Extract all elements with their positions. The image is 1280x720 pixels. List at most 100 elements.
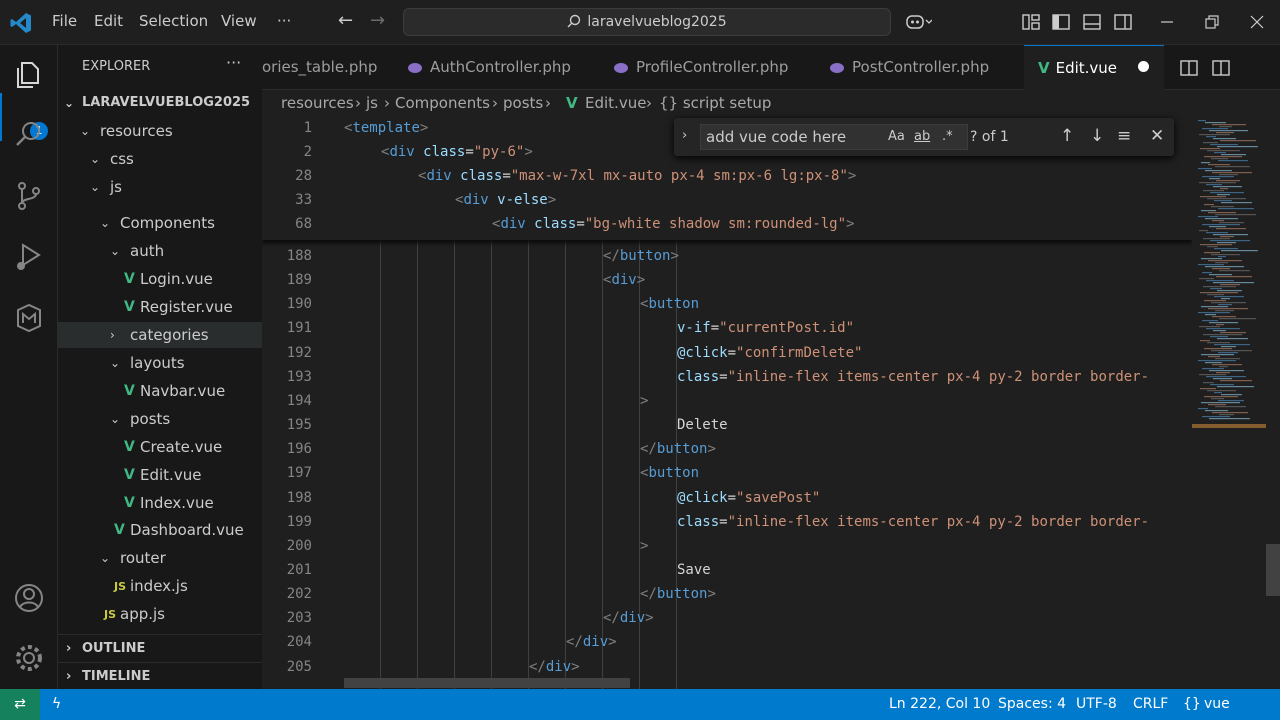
account-icon[interactable]	[13, 582, 45, 614]
minimap-line	[1211, 254, 1240, 256]
scrollbar-thumb[interactable]	[1266, 544, 1280, 596]
command-center-search[interactable]: laravelvueblog2025	[403, 8, 891, 36]
tree-item-create-vue[interactable]: V Create.vue	[58, 434, 262, 460]
indentation-spaces[interactable]: Spaces: 4	[998, 689, 1066, 720]
activity-bar: 1	[0, 45, 58, 689]
tree-item-app-js[interactable]: JS app.js	[58, 601, 262, 627]
toggle-secondary-sidebar-icon[interactable]	[1114, 13, 1132, 31]
minimap-line	[1204, 348, 1232, 350]
tree-item-index-vue[interactable]: V Index.vue	[58, 490, 262, 516]
menu-file[interactable]: File	[52, 12, 77, 30]
menu-more[interactable]: ···	[277, 12, 291, 30]
vertical-scrollbar[interactable]	[1266, 116, 1280, 689]
tree-item-dashboard-vue[interactable]: V Dashboard.vue	[58, 517, 262, 543]
previous-match-icon[interactable]: ↑	[1060, 126, 1074, 146]
breadcrumb-resources[interactable]: resources	[281, 90, 354, 116]
tab-auth-controller[interactable]: AuthController.php	[408, 45, 598, 90]
minimap[interactable]	[1192, 116, 1266, 689]
tree-item-layouts[interactable]: ⌄ layouts	[58, 350, 262, 376]
tree-item-posts[interactable]: ⌄ posts	[58, 406, 262, 432]
tree-item-label: Navbar.vue	[140, 382, 226, 400]
line-number: 33	[295, 192, 312, 208]
language-mode[interactable]: vue	[1204, 689, 1230, 720]
breadcrumb-js[interactable]: js	[366, 90, 378, 116]
copilot-icon[interactable]	[906, 13, 932, 31]
breadcrumb-edit-vue[interactable]: Edit.vue	[585, 90, 646, 116]
breadcrumb-script-setup[interactable]: {} script setup	[659, 90, 771, 116]
close-window-icon[interactable]	[1248, 13, 1266, 31]
explorer-more-icon[interactable]: ···	[226, 53, 241, 72]
settings-gear-icon[interactable]	[13, 642, 45, 674]
menu-selection[interactable]: Selection	[139, 12, 208, 30]
split-editor-icon[interactable]	[1180, 59, 1198, 77]
tree-item-css[interactable]: ⌄ css	[58, 146, 262, 172]
workspace-root[interactable]: ⌄ LARAVELVUEBLOG2025	[58, 90, 262, 116]
horizontal-scrollbar[interactable]	[344, 678, 630, 688]
layout-customize-icon[interactable]	[1022, 13, 1040, 31]
match-case-icon[interactable]: Aa	[888, 129, 905, 144]
minimize-icon[interactable]	[1158, 13, 1176, 31]
minimap-line	[1198, 408, 1208, 410]
unsaved-dot-icon[interactable]	[1138, 61, 1149, 72]
match-whole-word-icon[interactable]: ab	[914, 129, 930, 144]
tree-item-router[interactable]: ⌄ router	[58, 545, 262, 571]
end-of-line[interactable]: CRLF	[1133, 689, 1168, 720]
close-find-icon[interactable]: ✕	[1150, 126, 1164, 146]
tree-item-navbar-vue[interactable]: V Navbar.vue	[58, 378, 262, 404]
menu-view[interactable]: View	[221, 12, 257, 30]
minimap-line	[1210, 336, 1228, 338]
timeline-section[interactable]: › TIMELINE	[58, 662, 262, 689]
tree-item-label: Register.vue	[140, 298, 233, 316]
remote-indicator-icon[interactable]: ⇄	[0, 689, 40, 720]
minimap-line	[1198, 216, 1218, 218]
cursor-position[interactable]: Ln 222, Col 10	[889, 689, 990, 720]
vue-file-icon: V	[124, 439, 135, 455]
toggle-replace-chevron-icon[interactable]: ›	[682, 128, 687, 143]
next-match-icon[interactable]: ↓	[1090, 126, 1104, 146]
find-in-selection-icon[interactable]: ≡	[1117, 126, 1131, 146]
search-icon[interactable]	[13, 118, 45, 150]
explorer-files-icon[interactable]	[13, 59, 45, 91]
run-debug-icon[interactable]	[13, 241, 45, 273]
toggle-panel-icon[interactable]	[1083, 13, 1101, 31]
tab-profile-controller[interactable]: ProfileController.php	[614, 45, 819, 90]
outline-section[interactable]: › OUTLINE	[58, 634, 262, 662]
minimap-line	[1220, 236, 1234, 238]
tab-post-controller[interactable]: PostController.php	[830, 45, 1020, 90]
code-token: =	[710, 320, 720, 337]
tree-item-components[interactable]: ⌄ Components	[58, 210, 262, 236]
tree-item-login-vue[interactable]: V Login.vue	[58, 266, 262, 292]
code-token: =	[465, 144, 474, 160]
explorer-title: EXPLORER	[82, 59, 151, 74]
code-token: class	[677, 368, 720, 385]
tree-item-js[interactable]: ⌄ js	[58, 174, 262, 200]
tree-item-edit-vue[interactable]: V Edit.vue	[58, 462, 262, 488]
tree-item-index-js[interactable]: JS index.js	[58, 573, 262, 599]
source-control-icon[interactable]	[13, 180, 45, 212]
breadcrumb-posts[interactable]: posts	[503, 90, 543, 116]
minimap-line	[1221, 394, 1242, 396]
minimap-line	[1221, 202, 1252, 204]
breadcrumb-components[interactable]: Components	[395, 90, 490, 116]
code-token: >	[645, 610, 654, 627]
toggle-sidebar-icon[interactable]	[1052, 13, 1070, 31]
menu-edit[interactable]: Edit	[94, 12, 123, 30]
split-editor-right-icon[interactable]	[1212, 59, 1230, 77]
tree-item-register-vue[interactable]: V Register.vue	[58, 294, 262, 320]
tree-item-label: resources	[100, 122, 173, 140]
live-share-icon[interactable]: ϟ	[52, 689, 61, 720]
back-arrow-icon[interactable]: ←	[338, 10, 353, 31]
code-editor[interactable]: 188 </button> 189 <div> 190 <button 191 v-if="c…	[262, 116, 1192, 689]
tab-categories-table[interactable]: ories_table.php	[262, 45, 392, 90]
js-file-icon: JS	[114, 580, 127, 593]
file-encoding[interactable]: UTF-8	[1076, 689, 1117, 720]
minimap-line	[1205, 218, 1238, 220]
breadcrumb: resources › js › Components › posts › V …	[262, 90, 1192, 116]
tree-item-categories[interactable]: › categories	[58, 322, 262, 348]
regex-icon[interactable]: .*	[942, 129, 953, 144]
tree-item-resources[interactable]: ⌄ resources	[58, 118, 262, 144]
extension-m-icon[interactable]	[13, 302, 45, 334]
restore-icon[interactable]	[1203, 13, 1221, 31]
forward-arrow-icon[interactable]: →	[370, 10, 385, 31]
tree-item-auth[interactable]: ⌄ auth	[58, 238, 262, 264]
